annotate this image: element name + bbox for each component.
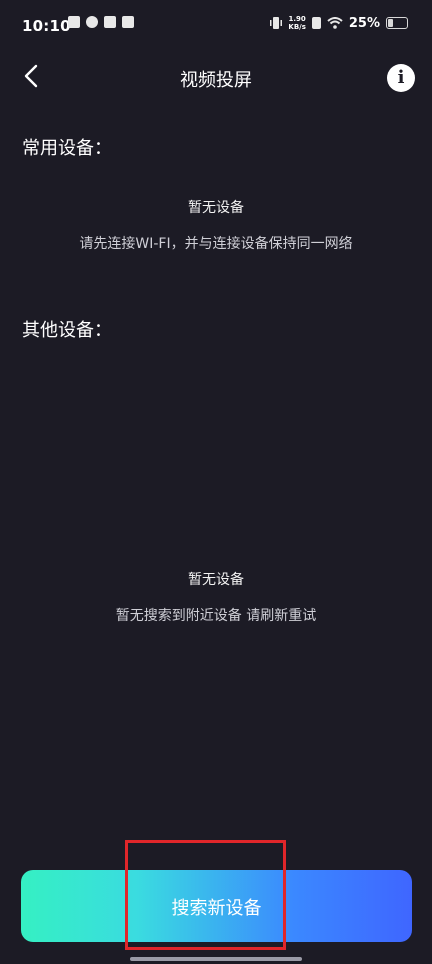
vibrate-icon xyxy=(270,17,283,29)
clock: 10:10 xyxy=(22,17,71,35)
network-speed: 1.90 KB/s xyxy=(288,15,306,31)
page-title: 视频投屏 xyxy=(180,70,252,91)
sim-icon xyxy=(311,17,321,29)
info-icon: i xyxy=(397,67,405,88)
battery-percent: 25% xyxy=(348,15,380,31)
battery-icon xyxy=(386,17,408,29)
status-bar: 10:10 1.90 KB/s 25% xyxy=(0,0,432,52)
common-devices-empty-title: 暂无设备 xyxy=(188,200,244,216)
calendar-icon xyxy=(68,16,80,28)
wifi-icon xyxy=(327,17,343,29)
home-indicator xyxy=(130,957,302,961)
common-devices-title: 常用设备： xyxy=(22,138,112,159)
app-notification-icon xyxy=(86,16,98,28)
highlight-annotation xyxy=(125,840,286,950)
other-devices-empty-title: 暂无设备 xyxy=(188,572,244,588)
message-icon xyxy=(122,16,134,28)
common-devices-empty-desc: 请先连接WI-FI，并与连接设备保持同一网络 xyxy=(79,236,353,252)
info-button[interactable]: i xyxy=(387,64,415,92)
notification-icons xyxy=(68,16,134,28)
system-status: 1.90 KB/s 25% xyxy=(270,15,408,31)
other-devices-title: 其他设备： xyxy=(22,320,112,341)
header: 视频投屏 i xyxy=(0,52,432,104)
other-devices-empty-desc: 暂无搜索到附近设备 请刷新重试 xyxy=(115,608,317,624)
crown-icon xyxy=(104,16,116,28)
